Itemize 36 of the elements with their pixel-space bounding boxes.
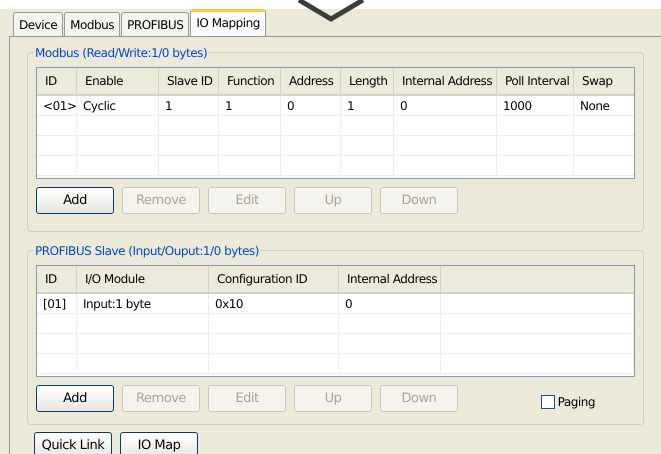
table-cell-text: 1 — [347, 98, 354, 114]
table-cell-text: 1 — [165, 98, 172, 114]
tab[interactable]: Modbus — [64, 12, 120, 36]
chevron-icon — [297, 0, 365, 22]
column-header[interactable]: Configuration ID — [209, 266, 339, 292]
push-button[interactable]: Add — [36, 187, 114, 214]
column-header[interactable]: Internal Address — [394, 68, 497, 94]
column-header[interactable]: I/O Module — [77, 266, 209, 292]
table-cell-text: 1000 — [503, 98, 532, 114]
table-cell-text: 0 — [400, 98, 408, 114]
column-header[interactable]: Internal Address — [339, 266, 441, 292]
column-header[interactable]: Enable — [77, 68, 159, 94]
column-header[interactable]: Length — [341, 68, 394, 94]
column-header[interactable]: ID — [37, 68, 77, 94]
tab[interactable]: Device — [13, 12, 64, 36]
push-button[interactable]: Add — [36, 385, 114, 412]
column-header[interactable]: Function — [219, 68, 281, 94]
table-cell-text: 0x10 — [215, 296, 244, 312]
tab[interactable]: IO Mapping — [190, 9, 266, 36]
table-cell-text: 1 — [225, 98, 232, 114]
table-cell-text: Input:1 byte — [83, 296, 151, 312]
column-header[interactable]: Address — [281, 68, 341, 94]
column-header[interactable]: Slave ID — [159, 68, 219, 94]
paging-checkbox[interactable]: Paging — [540, 392, 595, 410]
column-header[interactable]: Swap — [574, 68, 634, 94]
push-button[interactable]: IO Map — [120, 432, 198, 454]
column-header[interactable]: Poll Interval — [497, 68, 574, 94]
tab[interactable]: PROFIBUS — [121, 12, 190, 36]
table-cell-text: 0 — [345, 296, 352, 312]
table-cell-text: [01] — [43, 296, 66, 312]
table-cell-text: None — [580, 98, 610, 114]
table-cell-text: <01> — [43, 98, 76, 114]
table-cell-text: 0 — [287, 98, 294, 114]
table-cell-text: Cyclic — [83, 98, 116, 114]
push-button[interactable]: Quick Link — [34, 432, 112, 454]
column-header[interactable]: ID — [37, 266, 77, 292]
